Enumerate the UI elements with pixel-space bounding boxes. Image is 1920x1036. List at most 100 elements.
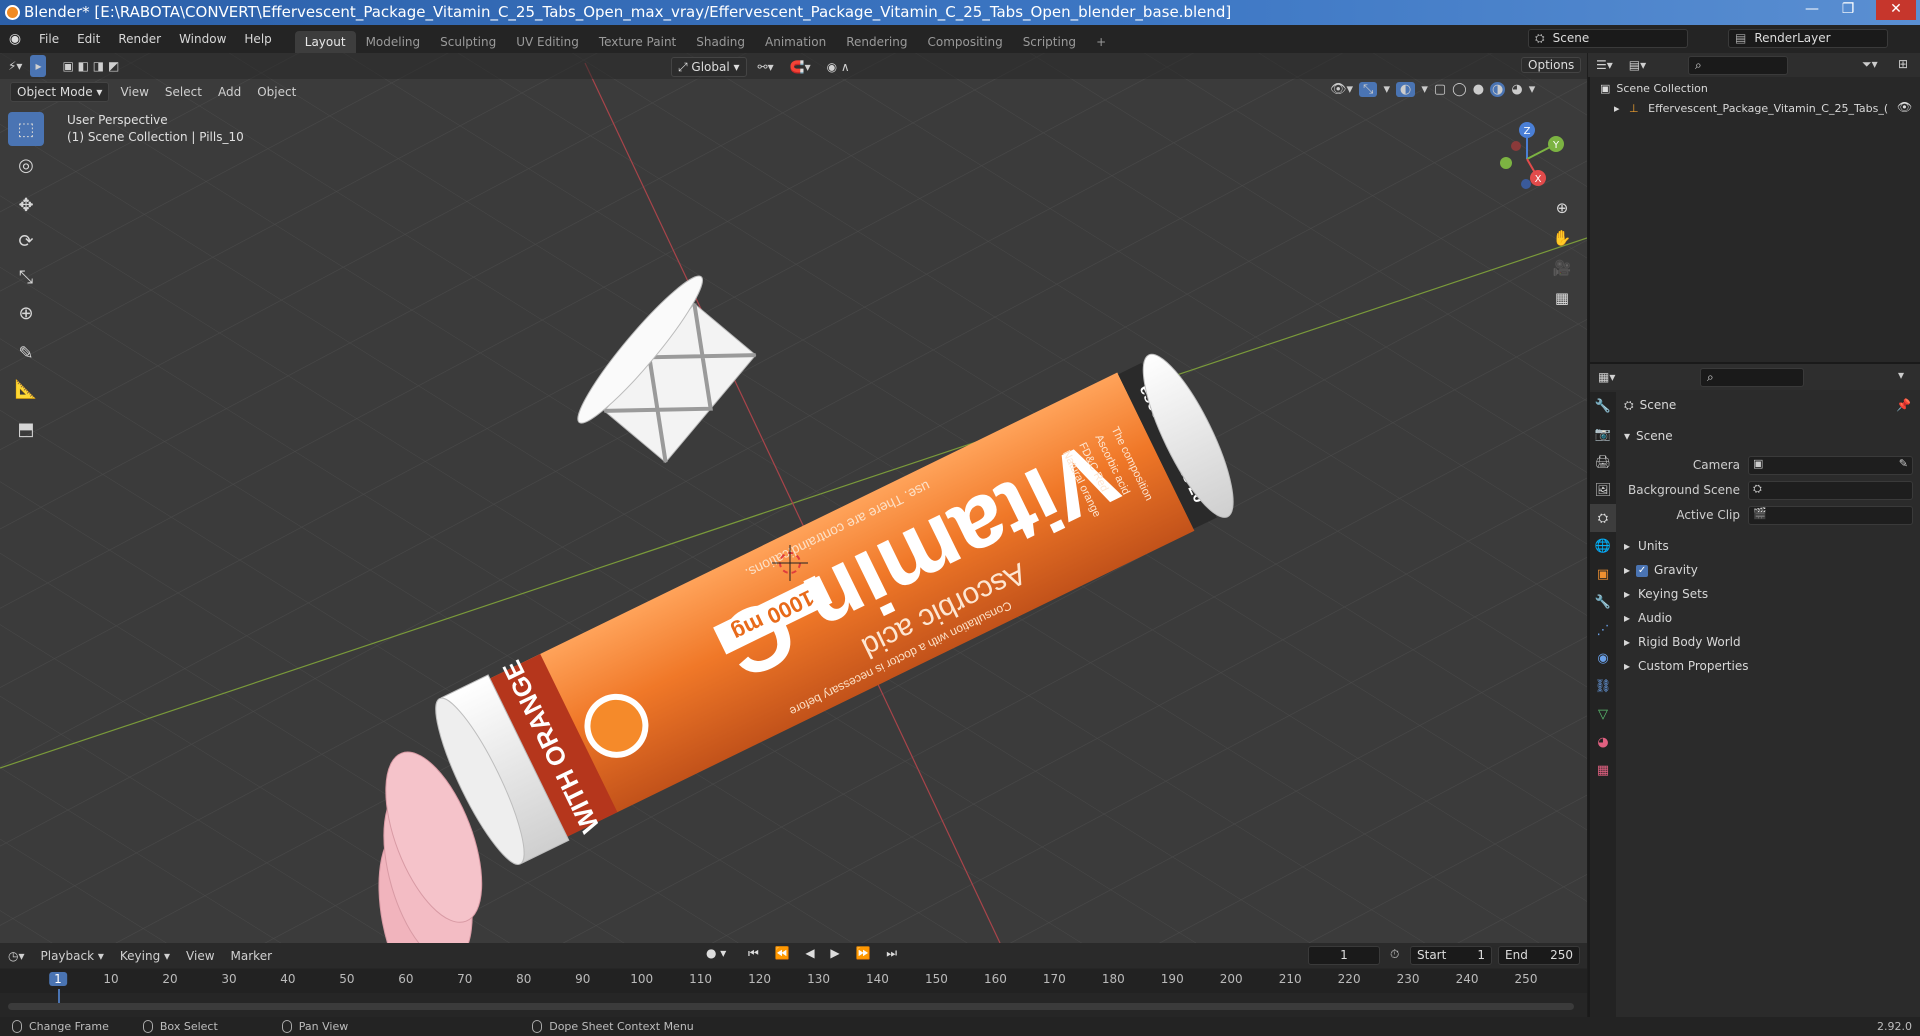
pin-icon[interactable]: 📌 [1896, 398, 1911, 412]
cursor-tool-icon[interactable]: ◎ [8, 148, 44, 182]
wireframe-shading-icon[interactable]: ◯ [1452, 82, 1467, 97]
outliner-scene-collection[interactable]: ▣ Scene Collection [1600, 79, 1708, 99]
tab-uv-editing[interactable]: UV Editing [506, 31, 589, 53]
add-workspace-icon[interactable]: + [1086, 31, 1116, 53]
material-shading-icon[interactable]: ◑ [1490, 82, 1506, 97]
solid-shading-icon[interactable]: ● [1473, 82, 1484, 97]
pivot-icon[interactable]: ⚯▾ [750, 56, 782, 78]
audio-panel[interactable]: ▸ Audio [1624, 607, 1672, 629]
world-tab-icon[interactable]: 🌐 [1590, 532, 1616, 560]
editor-type-icon[interactable]: ⚡▾ [0, 55, 30, 77]
start-frame-field[interactable]: Start 1 [1410, 946, 1492, 965]
rendered-shading-icon[interactable]: ◕ [1511, 82, 1522, 97]
object-tab-icon[interactable]: ▣ [1590, 560, 1616, 588]
proportional-edit-icon[interactable]: ◉ ∧ [819, 56, 858, 78]
visibility-icon[interactable]: 👁▾ [1330, 82, 1353, 97]
playback-controls[interactable]: ⏮ ⏪ ◀ ▶ ⏩ ⏭ [748, 946, 903, 961]
preview-range-icon[interactable]: ⏱ [1390, 947, 1399, 962]
active-clip-field[interactable]: 🎬 [1748, 506, 1913, 525]
select-box-icons[interactable]: ▣ ◧ ◨ ◩ [54, 55, 127, 77]
menu-window[interactable]: Window [170, 25, 235, 53]
current-frame-field[interactable]: 1 [1308, 946, 1380, 965]
transform-tool-icon[interactable]: ⊕ [8, 296, 44, 330]
blender-menu-icon[interactable]: ◉ [0, 31, 30, 47]
menu-add[interactable]: Add [210, 81, 249, 103]
navigation-gizmo[interactable]: Z Y X [1486, 118, 1568, 200]
outliner-search-input[interactable]: ⌕ [1688, 56, 1788, 75]
tab-compositing[interactable]: Compositing [917, 31, 1012, 53]
overlay-dropdown-icon[interactable]: ▾ [1421, 82, 1428, 97]
units-panel[interactable]: ▸ Units [1624, 535, 1669, 557]
texture-tab-icon[interactable]: ▦ [1590, 756, 1616, 784]
particles-tab-icon[interactable]: ⋰ [1590, 616, 1616, 644]
outliner-editor-icon[interactable]: ☰▾ [1588, 54, 1621, 76]
timeline-playback-menu[interactable]: Playback ▾ [33, 945, 112, 967]
tab-shading[interactable]: Shading [686, 31, 755, 53]
timeline-view-menu[interactable]: View [178, 945, 222, 967]
camera-view-icon[interactable]: 🎥 [1548, 254, 1576, 282]
3d-viewport[interactable]: WITH ORANGE Vitamin C Ascorbic acid use.… [0, 53, 1587, 943]
renderlayer-selector[interactable]: ▤ RenderLayer [1728, 29, 1888, 48]
tool-tab-icon[interactable]: 🔧 [1590, 392, 1616, 420]
tab-sculpting[interactable]: Sculpting [430, 31, 506, 53]
record-icon[interactable]: ● ▾ [706, 946, 726, 960]
tab-texture-paint[interactable]: Texture Paint [589, 31, 686, 53]
material-tab-icon[interactable]: ◕ [1590, 728, 1616, 756]
gravity-panel[interactable]: ▸ ✓ Gravity [1624, 559, 1698, 581]
menu-edit[interactable]: Edit [68, 25, 109, 53]
menu-view[interactable]: View [112, 81, 156, 103]
keying-sets-panel[interactable]: ▸ Keying Sets [1624, 583, 1708, 605]
properties-editor-icon[interactable]: ▦▾ [1590, 366, 1623, 388]
tab-layout[interactable]: Layout [294, 31, 356, 53]
timeline-scrollbar[interactable] [8, 1003, 1574, 1010]
annotate-tool-icon[interactable]: ✎ [8, 336, 44, 370]
overlay-toggle-icon[interactable]: ◐ [1395, 82, 1416, 97]
visibility-eye-icon[interactable]: 👁 [1897, 100, 1912, 114]
physics-tab-icon[interactable]: ◉ [1590, 644, 1616, 672]
outliner-object-row[interactable]: ▸ ⊥ Effervescent_Package_Vitamin_C_25_Ta… [1614, 99, 1888, 119]
gizmo-toggle-icon[interactable]: ⤡ [1359, 82, 1378, 97]
select-tool-icon[interactable]: ⬚ [8, 112, 44, 146]
timeline-keying-menu[interactable]: Keying ▾ [112, 945, 178, 967]
mode-dropdown[interactable]: Object Mode ▾ [10, 82, 110, 102]
tab-animation[interactable]: Animation [755, 31, 836, 53]
menu-help[interactable]: Help [235, 25, 280, 53]
rigid-body-panel[interactable]: ▸ Rigid Body World [1624, 631, 1741, 653]
timeline-editor-type-icon[interactable]: ◷▾ [0, 945, 33, 967]
timeline-marker-menu[interactable]: Marker [223, 945, 280, 967]
menu-select[interactable]: Select [157, 81, 210, 103]
shading-dropdown-icon[interactable]: ▾ [1529, 82, 1536, 97]
end-frame-field[interactable]: End 250 [1498, 946, 1580, 965]
maximize-icon[interactable]: ❐ [1834, 0, 1862, 20]
properties-search-input[interactable]: ⌕ [1700, 368, 1804, 387]
gizmo-dropdown-icon[interactable]: ▾ [1383, 82, 1390, 97]
menu-render[interactable]: Render [109, 25, 170, 53]
scale-tool-icon[interactable]: ⤡ [8, 260, 44, 294]
tab-scripting[interactable]: Scripting [1013, 31, 1086, 53]
render-tab-icon[interactable]: 📷 [1590, 420, 1616, 448]
select-mode-icon[interactable]: ▸ [30, 55, 47, 77]
gravity-checkbox[interactable]: ✓ [1636, 564, 1649, 577]
display-mode-icon[interactable]: ▤▾ [1621, 54, 1654, 76]
eyedropper-icon[interactable]: ✎ [1899, 457, 1908, 470]
add-cube-tool-icon[interactable]: ⬒ [8, 412, 44, 446]
minimize-icon[interactable]: — [1798, 0, 1826, 20]
pan-hand-icon[interactable]: ✋ [1548, 224, 1576, 252]
custom-properties-panel[interactable]: ▸ Custom Properties [1624, 655, 1748, 677]
rotate-tool-icon[interactable]: ⟳ [8, 224, 44, 258]
new-collection-icon[interactable]: ⊞ [1898, 57, 1908, 71]
constraints-tab-icon[interactable]: ⛓ [1590, 672, 1616, 700]
tab-modeling[interactable]: Modeling [356, 31, 431, 53]
camera-field[interactable]: ▣ ✎ [1748, 456, 1913, 475]
tab-rendering[interactable]: Rendering [836, 31, 917, 53]
menu-file[interactable]: File [30, 25, 68, 53]
options-dropdown[interactable]: Options [1518, 56, 1584, 74]
data-tab-icon[interactable]: ▽ [1590, 700, 1616, 728]
menu-object[interactable]: Object [249, 81, 304, 103]
properties-options-icon[interactable]: ▾ [1898, 368, 1904, 382]
background-scene-field[interactable]: ⛭ [1748, 481, 1913, 500]
xray-icon[interactable]: ▢ [1434, 82, 1446, 97]
orientation-dropdown[interactable]: ⤢ Global ▾ [671, 57, 747, 77]
move-tool-icon[interactable]: ✥ [8, 188, 44, 222]
expand-arrow-icon[interactable]: ▸ [1614, 102, 1620, 115]
